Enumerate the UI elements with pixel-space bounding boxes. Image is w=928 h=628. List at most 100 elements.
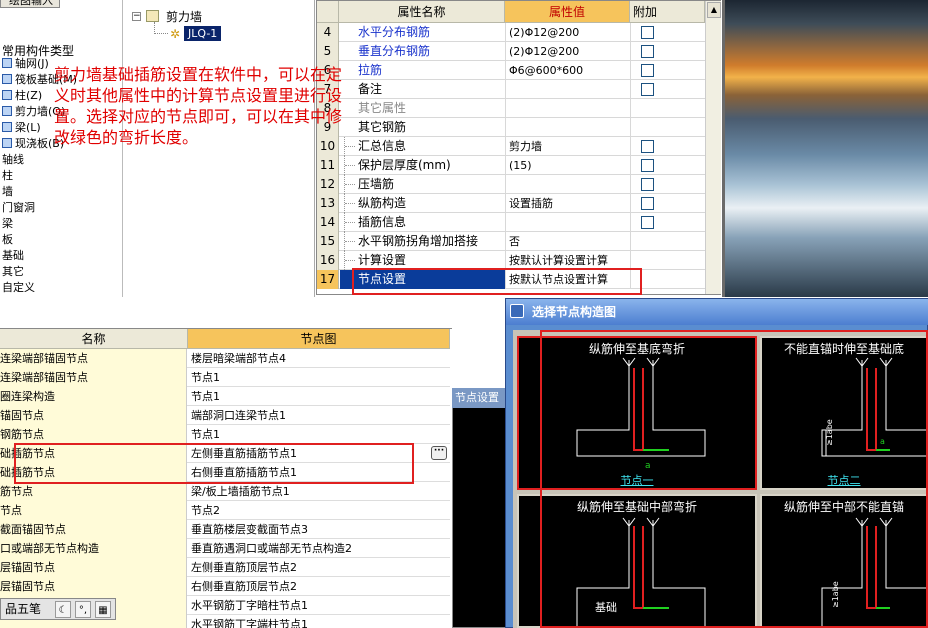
list-item-axis-grid[interactable]: 轴网(J): [2, 56, 49, 72]
node-row[interactable]: 筋节点 梁/板上墙插筋节点1: [0, 482, 450, 501]
app-icon: [510, 304, 524, 318]
node-diagram-value[interactable]: 右侧垂直筋顶层节点2: [188, 577, 450, 596]
grid-icon: [2, 58, 12, 68]
property-row[interactable]: 4 水平分布钢筋 (2)Φ12@200: [317, 23, 705, 42]
property-value[interactable]: [505, 175, 630, 194]
property-value[interactable]: (15): [505, 156, 630, 175]
row-number: 17: [317, 270, 339, 289]
node-row[interactable]: 口或端部无节点构造 垂直筋遇洞口或端部无节点构造2: [0, 539, 450, 558]
node-diagram-value[interactable]: 左侧垂直筋顶层节点2: [188, 558, 450, 577]
property-row[interactable]: 10 汇总信息 剪力墙: [317, 137, 705, 156]
moon-icon[interactable]: ☾: [55, 601, 71, 618]
highlight-node-card-1: [517, 336, 757, 490]
node-diagram-value[interactable]: 节点2: [188, 501, 450, 520]
list-item-slab-group[interactable]: 板: [2, 232, 13, 248]
node-row[interactable]: 节点 节点2: [0, 501, 450, 520]
property-name: 其它属性: [358, 101, 407, 115]
additional-cell: [630, 118, 664, 137]
node-diagram-value[interactable]: 节点1: [188, 368, 450, 387]
tree-item-jlq1[interactable]: JLQ-1: [184, 26, 222, 41]
node-diagram-value[interactable]: 垂直筋楼层变截面节点3: [188, 520, 450, 539]
node-diagram-value[interactable]: 水平钢筋丁字暗柱节点1: [188, 596, 450, 615]
node-diagram-value[interactable]: 端部洞口连梁节点1: [188, 406, 450, 425]
node-name: 层锚固节点: [0, 558, 187, 577]
property-value[interactable]: Φ6@600*600: [505, 61, 630, 80]
scroll-up-arrow-icon[interactable]: ▲: [707, 2, 721, 18]
header-node-name: 名称: [0, 329, 188, 349]
component-type-panel: 绘图输入 常用构件类型 轴网(J) 筏板基础(M) 柱(Z) 剪力墙(Q) 梁(…: [0, 0, 123, 297]
property-name: 保护层厚度(mm): [358, 158, 451, 172]
additional-checkbox[interactable]: [641, 197, 654, 210]
property-value[interactable]: 剪力墙: [505, 137, 630, 156]
property-row[interactable]: 9 其它钢筋: [317, 118, 705, 137]
additional-cell: [630, 232, 664, 251]
node-diagram-value[interactable]: 节点1: [188, 387, 450, 406]
node-row[interactable]: 锚固节点 端部洞口连梁节点1: [0, 406, 450, 425]
property-row[interactable]: 15 水平钢筋拐角增加搭接 否: [317, 232, 705, 251]
list-item-foundation[interactable]: 基础: [2, 248, 24, 264]
row-number: 4: [317, 23, 339, 42]
property-row[interactable]: 13 纵筋构造 设置插筋: [317, 194, 705, 213]
property-value[interactable]: [505, 118, 630, 137]
keyboard-icon[interactable]: ▦: [95, 601, 111, 618]
property-row[interactable]: 12 压墙筋: [317, 175, 705, 194]
list-item-column-group[interactable]: 柱: [2, 168, 13, 184]
property-value[interactable]: [505, 80, 630, 99]
raft-icon: [2, 74, 12, 84]
property-row[interactable]: 11 保护层厚度(mm) (15): [317, 156, 705, 175]
property-name: 插筋信息: [358, 215, 407, 229]
node-diagram-value[interactable]: 垂直筋遇洞口或端部无节点构造2: [188, 539, 450, 558]
additional-checkbox[interactable]: [641, 83, 654, 96]
node-row[interactable]: 层锚固节点 右侧垂直筋顶层节点2: [0, 577, 450, 596]
node-diagram-value[interactable]: 节点1: [188, 425, 450, 444]
list-item-door-window[interactable]: 门窗洞: [2, 200, 35, 216]
property-row[interactable]: 14 插筋信息: [317, 213, 705, 232]
property-name: 垂直分布钢筋: [358, 44, 431, 58]
node-diagram-value[interactable]: 水平钢筋丁字端柱节点1: [188, 615, 450, 628]
node-row[interactable]: 圈连梁构造 节点1: [0, 387, 450, 406]
property-value[interactable]: 否: [505, 232, 630, 251]
list-item-wall-group[interactable]: 墙: [2, 184, 13, 200]
property-value[interactable]: (2)Φ12@200: [505, 42, 630, 61]
node-row[interactable]: 层锚固节点 左侧垂直筋顶层节点2: [0, 558, 450, 577]
property-row[interactable]: 5 垂直分布钢筋 (2)Φ12@200: [317, 42, 705, 61]
additional-checkbox[interactable]: [641, 216, 654, 229]
property-value[interactable]: [505, 99, 630, 118]
list-item-custom[interactable]: 自定义: [2, 280, 35, 296]
node-name: 节点: [0, 501, 187, 520]
list-item-beam-group[interactable]: 梁: [2, 216, 13, 232]
additional-cell: [630, 42, 664, 61]
property-value[interactable]: (2)Φ12@200: [505, 23, 630, 42]
list-item-beam[interactable]: 梁(L): [2, 120, 41, 136]
additional-checkbox[interactable]: [641, 26, 654, 39]
ime-label[interactable]: 品五笔: [5, 601, 41, 618]
draw-input-tab[interactable]: 绘图输入: [0, 0, 60, 8]
header-num: [317, 1, 339, 23]
node-row[interactable]: 钢筋节点 节点1: [0, 425, 450, 444]
tree-root-shear-wall[interactable]: 剪力墙: [166, 8, 202, 25]
browse-node-button[interactable]: ···: [431, 446, 447, 460]
punctuation-icon[interactable]: °,: [75, 601, 91, 618]
additional-checkbox[interactable]: [641, 178, 654, 191]
property-value[interactable]: 设置插筋: [505, 194, 630, 213]
additional-checkbox[interactable]: [641, 64, 654, 77]
node-row[interactable]: 截面锚固节点 垂直筋楼层变截面节点3: [0, 520, 450, 539]
property-row[interactable]: 8 其它属性: [317, 99, 705, 118]
vertical-scrollbar[interactable]: ▲: [705, 1, 721, 294]
property-value[interactable]: [505, 213, 630, 232]
list-item-axis-line[interactable]: 轴线: [2, 152, 24, 168]
list-item-other[interactable]: 其它: [2, 264, 24, 280]
row-number: 5: [317, 42, 339, 61]
additional-checkbox[interactable]: [641, 140, 654, 153]
list-item-column[interactable]: 柱(Z): [2, 88, 42, 104]
additional-cell: [630, 194, 664, 213]
property-row[interactable]: 6 拉筋 Φ6@600*600: [317, 61, 705, 80]
collapse-toggle[interactable]: −: [132, 12, 141, 21]
property-row[interactable]: 7 备注: [317, 80, 705, 99]
node-row[interactable]: 连梁端部锚固节点 节点1: [0, 368, 450, 387]
additional-checkbox[interactable]: [641, 159, 654, 172]
node-diagram-value[interactable]: 梁/板上墙插筋节点1: [188, 482, 450, 501]
node-diagram-value[interactable]: 楼层暗梁端部节点4: [188, 349, 450, 368]
node-row[interactable]: 连梁端部锚固节点 楼层暗梁端部节点4: [0, 349, 450, 368]
additional-checkbox[interactable]: [641, 45, 654, 58]
